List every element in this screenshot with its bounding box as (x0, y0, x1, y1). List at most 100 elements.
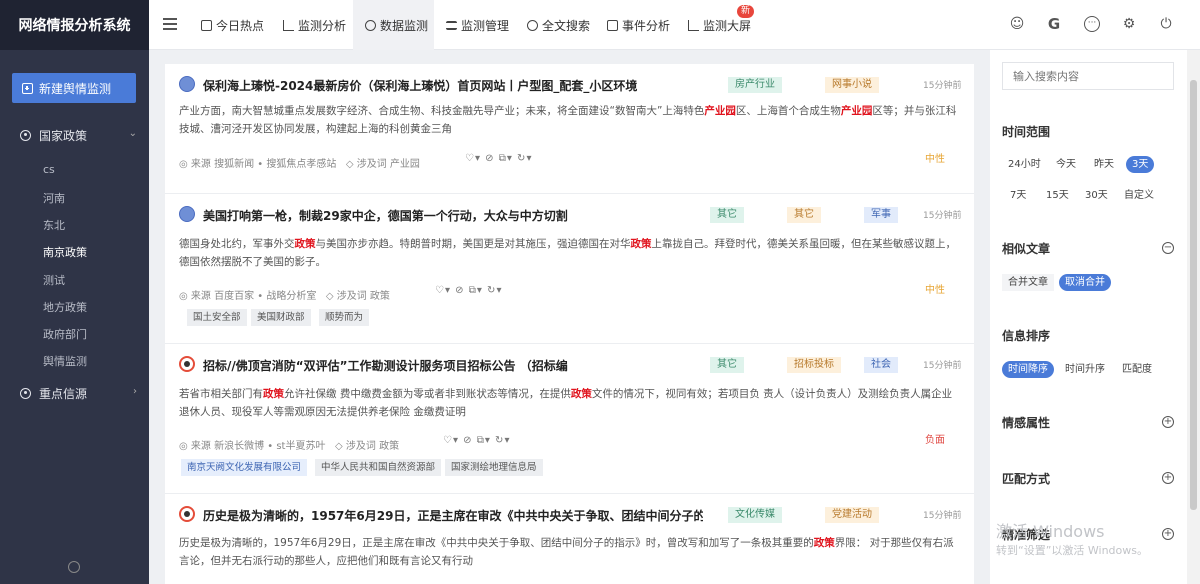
entity-chip[interactable]: 国家测绘地理信息局 (445, 459, 543, 476)
entity-chip[interactable]: 国土安全部 (187, 309, 247, 326)
match-heading: 匹配方式 (1002, 472, 1051, 486)
time-option-selected[interactable]: 3天 (1126, 156, 1155, 173)
globe-icon (179, 206, 195, 222)
body-text: 区、上海首个合成生物 (735, 105, 841, 117)
scrollbar[interactable] (1187, 50, 1200, 584)
menu-icon[interactable] (163, 18, 177, 30)
tab-event-analysis[interactable]: 事件分析 (607, 0, 670, 50)
body-text: 产业方面，南大智慧城重点发展数字经济、合成生物、科技金融先导产业；未来，将全面建… (179, 105, 705, 117)
time-option[interactable]: 今天 (1050, 156, 1082, 173)
sidebar-item-local-policy[interactable]: 地方政策 (43, 299, 87, 315)
tab-today-hot[interactable]: 今日热点 (201, 0, 264, 50)
article-title[interactable]: 美国打响第一枪，制裁29家中企，德国第一个行动，大众与中方切割 (203, 207, 703, 224)
action-icons[interactable]: ♡▾ ⊘ ⧉▾ ↻▾ (435, 285, 502, 296)
top-navigation: 今日热点 监测分析 数据监测 监测管理 全文搜索 事件分析 监测大屏 新 ☺ G… (149, 0, 1200, 50)
tab-label: 监测管理 (461, 18, 510, 33)
expand-icon[interactable]: + (1162, 528, 1174, 540)
time-option[interactable]: 24小时 (1002, 156, 1047, 173)
theme-icon[interactable]: ☺ (1009, 16, 1025, 32)
power-icon[interactable]: ⏻ (1158, 16, 1174, 32)
sidebar-group-policy[interactable]: 国家政策 ⌄ (0, 122, 149, 148)
sentiment-heading: 情感属性 (1002, 416, 1051, 430)
list-icon (446, 20, 457, 30)
source-text: 来源 新浪长微博 • st半夏苏叶 (190, 441, 326, 452)
search-input[interactable] (1002, 62, 1174, 90)
article-title[interactable]: 招标//佛顶宫消防“双评估”工作勘测设计服务项目招标公告 （招标编 (203, 357, 703, 374)
keyword-highlight: 政策 (570, 388, 592, 400)
article-title[interactable]: 保利海上瑧悦-2024最新房价（保利海上瑧悦）首页网站丨户型图_配套_小区环境 (203, 77, 703, 94)
gear-icon[interactable]: ⚙ (1121, 16, 1137, 32)
sidebar-item-henan[interactable]: 河南 (43, 190, 65, 206)
action-icons[interactable]: ♡▾ ⊘ ⧉▾ ↻▾ (443, 435, 510, 446)
keywords-text: 涉及词 政策 (336, 291, 390, 302)
body-text: 历史是极为清晰的，1957年6月29日，正是主席在审改《中共中央关于争取、团结中… (179, 537, 814, 549)
expand-icon[interactable]: + (1162, 472, 1174, 484)
sidebar-item-cs[interactable]: cs (43, 163, 55, 176)
category-tag: 军事 (864, 207, 898, 223)
entity-chip[interactable]: 顺势而为 (319, 309, 370, 326)
article-item[interactable]: 招标//佛顶宫消防“双评估”工作勘测设计服务项目招标公告 （招标编 其它 招标投… (165, 344, 974, 494)
time-option[interactable]: 7天 (1004, 187, 1032, 204)
time-option[interactable]: 自定义 (1118, 187, 1160, 204)
sidebar-item-dongbei[interactable]: 东北 (43, 217, 65, 233)
category-tag: 其它 (710, 207, 744, 223)
similar-heading: 相似文章 (1002, 242, 1051, 256)
sort-option[interactable]: 时间升序 (1059, 361, 1111, 378)
settings-small-icon[interactable] (68, 561, 80, 573)
sidebar-group-key-sources[interactable]: 重点信源 › (0, 380, 149, 406)
target-icon (20, 129, 31, 141)
tab-label: 数据监测 (380, 18, 429, 33)
sidebar-item-test[interactable]: 测试 (43, 272, 65, 288)
scroll-thumb[interactable] (1190, 80, 1197, 510)
target-icon (365, 19, 376, 31)
tab-label: 全文搜索 (542, 18, 591, 33)
action-icons[interactable]: ♡▾ ⊘ ⧉▾ ↻▾ (465, 153, 532, 164)
entity-chip[interactable]: 南京天阙文化发展有限公司 (181, 459, 308, 476)
time-option[interactable]: 昨天 (1088, 156, 1120, 173)
body-text: 若省市相关部门有 (179, 388, 263, 400)
keyword-highlight: 政策 (813, 537, 835, 549)
keyword-highlight: 产业园 (840, 105, 873, 117)
tab-label: 事件分析 (622, 18, 671, 33)
filter-panel: 时间范围 24小时 今天 昨天 3天 7天 15天 30天 自定义 相似文章 −… (990, 50, 1187, 584)
sentiment-label: 中性 (925, 285, 945, 296)
chevron-right-icon: › (133, 386, 137, 397)
time-option[interactable]: 30天 (1079, 187, 1114, 204)
line-chart-icon (688, 19, 699, 31)
body-text: 允许社保缴 费中缴费金额为零或者非到账状态等情况，在提供 (284, 388, 571, 400)
sidebar-item-nanjing-policy[interactable]: 南京政策 (43, 244, 87, 260)
expand-icon[interactable]: + (1162, 416, 1174, 428)
entity-chip[interactable]: 中华人民共和国自然资源部 (315, 459, 442, 476)
keywords-text: 涉及词 政策 (345, 441, 400, 452)
article-source: ◎ 来源 新浪长微博 • st半夏苏叶 ◇ 涉及词 政策 (179, 441, 400, 452)
chat-icon[interactable]: ··· (1084, 16, 1100, 32)
new-monitor-button[interactable]: 新建舆情监测 (12, 73, 136, 103)
time-option[interactable]: 15天 (1040, 187, 1075, 204)
sort-option[interactable]: 匹配度 (1116, 361, 1158, 378)
time-range-heading: 时间范围 (1002, 125, 1051, 139)
article-item[interactable]: 保利海上瑧悦-2024最新房价（保利海上瑧悦）首页网站丨户型图_配套_小区环境 … (165, 64, 974, 194)
tab-monitor-manage[interactable]: 监测管理 (446, 0, 509, 50)
app-title: 网络情报分析系统 (0, 0, 149, 50)
new-monitor-label: 新建舆情监测 (39, 81, 112, 96)
article-title[interactable]: 历史是极为清晰的，1957年6月29日，正是主席在审改《中共中央关于争取、团结中… (203, 507, 703, 524)
keywords-text: 涉及词 产业园 (356, 159, 420, 170)
brand-g-icon[interactable]: G (1046, 16, 1062, 32)
sidebar-item-opinion-monitor[interactable]: 舆情监测 (43, 353, 87, 369)
collapse-icon[interactable]: − (1162, 242, 1174, 254)
entity-chip[interactable]: 美国财政部 (251, 309, 311, 326)
article-item[interactable]: 美国打响第一枪，制裁29家中企，德国第一个行动，大众与中方切割 其它 其它 军事… (165, 194, 974, 344)
weibo-icon (179, 506, 195, 522)
tab-fulltext-search[interactable]: 全文搜索 (527, 0, 590, 50)
tab-data-monitor[interactable]: 数据监测 (353, 0, 434, 50)
category-tag: 房产行业 (728, 77, 782, 93)
article-body: 德国身处北约，军事外交政策与美国亦步亦趋。特朗普时期，美国更是对其施压，强迫德国… (179, 235, 959, 271)
sort-option-selected[interactable]: 时间降序 (1002, 361, 1054, 378)
sentiment-label: 中性 (925, 154, 945, 165)
sidebar-item-gov-dept[interactable]: 政府部门 (43, 326, 87, 342)
unmerge-option-selected[interactable]: 取消合并 (1059, 274, 1111, 291)
merge-option[interactable]: 合并文章 (1002, 274, 1054, 291)
tab-monitor-analysis[interactable]: 监测分析 (283, 0, 346, 50)
article-item[interactable]: 历史是极为清晰的，1957年6月29日，正是主席在审改《中共中央关于争取、团结中… (165, 494, 974, 584)
weibo-icon (179, 356, 195, 372)
